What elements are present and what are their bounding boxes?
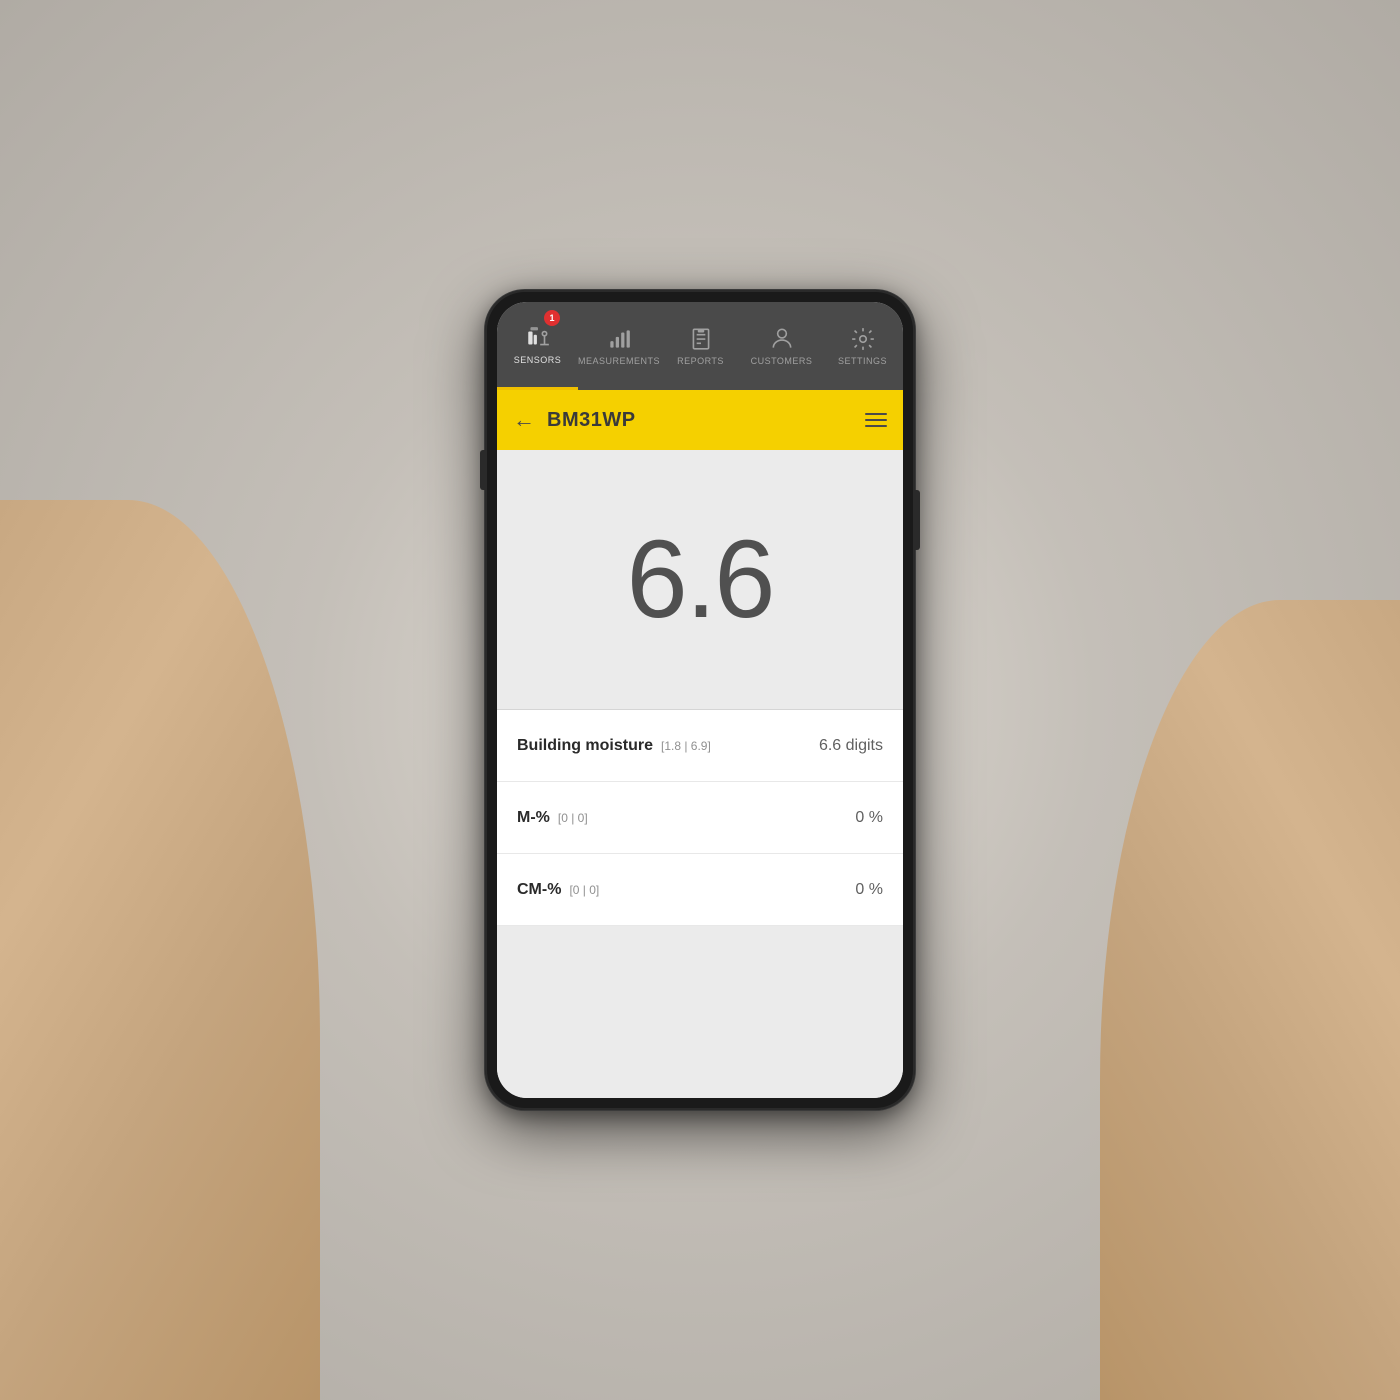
sensors-icon [525, 325, 551, 351]
page-title: BM31WP [547, 409, 865, 432]
row-left-building-moisture: Building moisture [1.8 | 6.9] [517, 737, 819, 755]
main-reading-value: 6.6 [627, 525, 774, 635]
reading-section: 6.6 [497, 450, 903, 710]
m-percent-label: M-% [517, 809, 550, 827]
table-row: Building moisture [1.8 | 6.9] 6.6 digits [497, 710, 903, 782]
building-moisture-label: Building moisture [517, 737, 653, 755]
customers-label: CUSTOMERS [751, 356, 813, 366]
data-section: Building moisture [1.8 | 6.9] 6.6 digits… [497, 710, 903, 926]
nav-tab-sensors[interactable]: 1 SENSORS [497, 302, 578, 390]
m-percent-range: [0 | 0] [558, 811, 588, 825]
nav-tab-measurements[interactable]: MEASUREMENTS [578, 302, 660, 390]
settings-icon [850, 326, 876, 352]
bottom-area [497, 926, 903, 1098]
phone-frame: 1 SENSORS [485, 290, 915, 1110]
measurements-label: MEASUREMENTS [578, 356, 660, 366]
menu-line-3 [865, 425, 887, 427]
nav-tab-customers[interactable]: CUSTOMERS [741, 302, 822, 390]
building-moisture-range: [1.8 | 6.9] [661, 739, 711, 753]
menu-line-1 [865, 413, 887, 415]
phone-screen: 1 SENSORS [497, 302, 903, 1098]
reports-icon [688, 326, 714, 352]
nav-tab-settings[interactable]: SETTINGS [822, 302, 903, 390]
back-button[interactable]: ← [513, 407, 535, 433]
cm-percent-value: 0 % [855, 881, 883, 899]
row-left-m-percent: M-% [0 | 0] [517, 809, 855, 827]
table-row: CM-% [0 | 0] 0 % [497, 854, 903, 926]
building-moisture-value: 6.6 digits [819, 737, 883, 755]
scene: 1 SENSORS [0, 0, 1400, 1400]
cm-percent-label: CM-% [517, 881, 561, 899]
nav-bar: 1 SENSORS [497, 302, 903, 390]
page-header: ← BM31WP [497, 390, 903, 450]
menu-line-2 [865, 419, 887, 421]
settings-label: SETTINGS [838, 356, 887, 366]
cm-percent-range: [0 | 0] [569, 883, 599, 897]
table-row: M-% [0 | 0] 0 % [497, 782, 903, 854]
m-percent-value: 0 % [855, 809, 883, 827]
reports-label: REPORTS [677, 356, 724, 366]
nav-tab-reports[interactable]: REPORTS [660, 302, 741, 390]
measurements-icon [606, 326, 632, 352]
sensors-badge: 1 [544, 310, 560, 326]
row-left-cm-percent: CM-% [0 | 0] [517, 881, 855, 899]
customers-icon [769, 326, 795, 352]
menu-button[interactable] [865, 413, 887, 427]
sensors-label: SENSORS [514, 355, 562, 365]
